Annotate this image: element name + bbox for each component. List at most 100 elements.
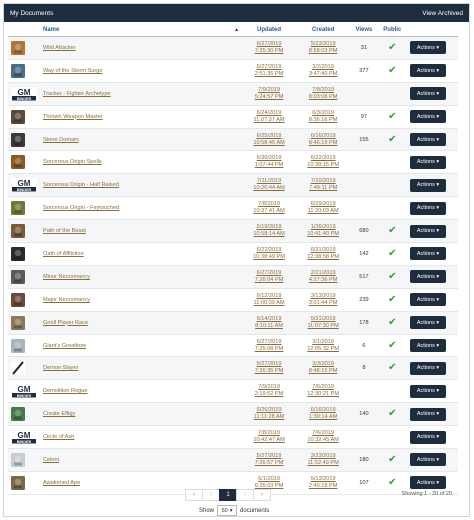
updated-cell[interactable]: 6/26/2019 11:11:28 AM	[242, 402, 297, 427]
updated-cell[interactable]: 6/30/2019 1:07:44 PM	[242, 150, 297, 175]
document-name-link[interactable]: Major Necromancy	[43, 297, 90, 303]
checkmark-icon: ✔	[388, 64, 397, 76]
first-page-button[interactable]: «	[185, 489, 203, 501]
document-name-link[interactable]: Circle of Ash	[43, 434, 74, 440]
sort-arrow-icon[interactable]: ▲	[234, 27, 239, 33]
created-cell[interactable]: 2/21/2019 4:27:36 PM	[296, 265, 351, 289]
updated-cell[interactable]: 7/8/2019 10:42:47 AM	[242, 425, 297, 450]
svg-text:BINDER: BINDER	[17, 394, 32, 398]
created-cell[interactable]: 6/21/2019 12:38:58 PM	[296, 242, 351, 266]
actions-button[interactable]: Actions ▾	[409, 430, 446, 444]
created-cell[interactable]: 5/31/2019 11:07:30 PM	[296, 311, 351, 335]
updated-cell[interactable]: 6/25/2019 10:58:45 AM	[242, 128, 297, 152]
actions-button[interactable]: Actions ▾	[409, 87, 446, 101]
actions-button[interactable]: Actions ▾	[409, 384, 446, 398]
document-name-link[interactable]: Awakened Ape	[43, 480, 80, 486]
created-cell[interactable]: 6/29/2019 11:20:03 AM	[296, 196, 351, 221]
actions-button[interactable]: Actions ▾	[409, 41, 446, 55]
actions-cell: Actions ▾	[406, 311, 458, 335]
document-name-link[interactable]: Wild Attacker	[43, 45, 76, 51]
view-archived-link[interactable]: View Archived	[422, 10, 463, 17]
actions-button[interactable]: Actions ▾	[409, 361, 446, 375]
created-cell[interactable]: 6/16/2019 1:30:14 AM	[296, 402, 351, 427]
document-name-link[interactable]: Create Effigy	[43, 411, 75, 417]
created-cell[interactable]: 7/6/2019 10:32:45 AM	[296, 425, 351, 450]
actions-button[interactable]: Actions ▾	[409, 316, 446, 330]
document-name-link[interactable]: Tracker - Fighter Archetype	[43, 91, 111, 97]
updated-cell[interactable]: 5/27/2019 7:26:35 PM	[242, 356, 297, 381]
created-cell[interactable]: 3/13/2019 3:01:44 PM	[296, 288, 351, 312]
column-header-updated[interactable]: Updated	[242, 24, 297, 37]
actions-button[interactable]: Actions ▾	[409, 201, 446, 215]
updated-cell[interactable]: 6/14/2019 8:10:11 AM	[242, 311, 297, 335]
actions-button[interactable]: Actions ▾	[409, 133, 446, 146]
created-date: 6/16/2019	[310, 407, 336, 414]
actions-button[interactable]: Actions ▾	[409, 270, 446, 284]
document-name-link[interactable]: Demon Slayer	[43, 365, 78, 371]
updated-cell[interactable]: 7/9/2019 5:24:57 PM	[242, 82, 297, 106]
updated-cell[interactable]: 6/27/2019 7:25:08 PM	[242, 334, 297, 358]
column-header-name[interactable]: Name ▲	[40, 24, 243, 37]
created-cell[interactable]: 1/26/2019 10:41:40 PM	[296, 219, 351, 244]
document-name-link[interactable]: Giant's Greatbow	[43, 343, 86, 349]
created-cell[interactable]: 5/13/2019 2:40:18 PM	[296, 471, 351, 495]
actions-button[interactable]: Actions ▾	[409, 155, 446, 169]
next-page-button[interactable]: ›	[236, 489, 254, 501]
document-name-link[interactable]: Celoni	[43, 457, 59, 463]
actions-button[interactable]: Actions ▾	[409, 224, 446, 238]
document-name-link[interactable]: Path of the Beast	[43, 228, 86, 234]
views-count: 155	[350, 128, 378, 152]
created-cell[interactable]: 6/16/2019 8:46:19 PM	[296, 128, 351, 152]
document-name-link[interactable]: Sorcerous Origin - Feytouched	[43, 205, 119, 211]
actions-button[interactable]: Actions ▾	[409, 293, 446, 307]
updated-cell[interactable]: 6/19/2019 10:58:14 AM	[242, 219, 297, 244]
column-header-created[interactable]: Created	[296, 24, 351, 37]
document-name-link[interactable]: Gnoll Player Race	[43, 320, 88, 326]
document-name-link[interactable]: Stone Domain	[43, 137, 78, 143]
column-header-views[interactable]: Views	[350, 24, 378, 37]
actions-button[interactable]: Actions ▾	[409, 476, 446, 490]
created-cell[interactable]: 6/3/2019 8:36:16 PM	[296, 105, 351, 129]
actions-button[interactable]: Actions ▾	[409, 64, 446, 78]
updated-cell[interactable]: 7/11/2019 10:20:44 AM	[242, 173, 297, 198]
created-cell[interactable]: 7/10/2019 7:49:11 PM	[296, 173, 351, 198]
created-cell[interactable]: 3/3/2019 8:48:15 PM	[296, 356, 351, 381]
actions-button[interactable]: Actions ▾	[409, 178, 446, 192]
actions-button[interactable]: Actions ▾	[409, 407, 446, 421]
last-page-button[interactable]: »	[253, 489, 271, 501]
updated-cell[interactable]: 7/9/2019 2:19:52 PM	[242, 379, 297, 404]
document-name-link[interactable]: Sorcerous Origin Spells	[43, 159, 102, 165]
actions-button[interactable]: Actions ▾	[409, 247, 446, 261]
updated-cell[interactable]: 7/8/2019 10:37:41 AM	[242, 196, 297, 221]
document-name-link[interactable]: Demolition Rogue	[43, 388, 87, 394]
page-size-select[interactable]: 50 ▾	[217, 505, 238, 516]
created-cell[interactable]: 7/6/2019 12:30:21 PM	[296, 379, 351, 404]
page-1-button[interactable]: 1	[219, 489, 237, 501]
created-cell[interactable]: 3/2/2019 3:47:40 PM	[296, 59, 351, 83]
updated-cell[interactable]: 5/27/2019 7:26:57 PM	[242, 448, 297, 472]
document-name-link[interactable]: Oath of Affliction	[43, 251, 84, 257]
updated-cell[interactable]: 6/27/2019 7:25:30 PM	[242, 36, 297, 60]
document-name-link[interactable]: Minor Necromancy	[43, 274, 90, 280]
document-name-link[interactable]: Way of the Storm Surge	[43, 68, 102, 74]
actions-button[interactable]: Actions ▾	[409, 339, 446, 353]
updated-cell[interactable]: 6/22/2019 10:38:49 PM	[242, 242, 297, 266]
prev-page-button[interactable]: ‹	[202, 489, 220, 501]
actions-button[interactable]: Actions ▾	[409, 110, 446, 124]
column-header-public[interactable]: Public	[377, 24, 407, 37]
actions-button[interactable]: Actions ▾	[409, 453, 446, 467]
created-cell[interactable]: 3/23/2019 11:52:49 PM	[296, 448, 351, 472]
updated-time: 11:11:28 AM	[253, 414, 285, 421]
created-cell[interactable]: 5/23/2019 8:58:03 PM	[296, 36, 351, 60]
updated-cell[interactable]: 6/27/2019 7:26:04 PM	[242, 265, 297, 289]
document-thumbnail-icon	[11, 475, 25, 490]
document-name-link[interactable]: Thrown Weapon Master	[43, 114, 103, 120]
created-cell[interactable]: 7/8/2019 8:03:08 PM	[296, 82, 351, 106]
updated-cell[interactable]: 6/12/2019 11:00:39 AM	[242, 288, 297, 312]
document-name-link[interactable]: Sorcerous Origin - Half Raised	[43, 182, 119, 188]
updated-cell[interactable]: 6/27/2019 2:51:35 PM	[242, 59, 297, 83]
created-cell[interactable]: 3/1/2019 12:05:32 PM	[296, 334, 351, 358]
updated-cell[interactable]: 6/24/2019 11:07:37 AM	[242, 105, 297, 129]
actions-cell: Actions ▾	[406, 334, 458, 358]
created-cell[interactable]: 6/22/2019 10:38:15 PM	[296, 150, 351, 175]
